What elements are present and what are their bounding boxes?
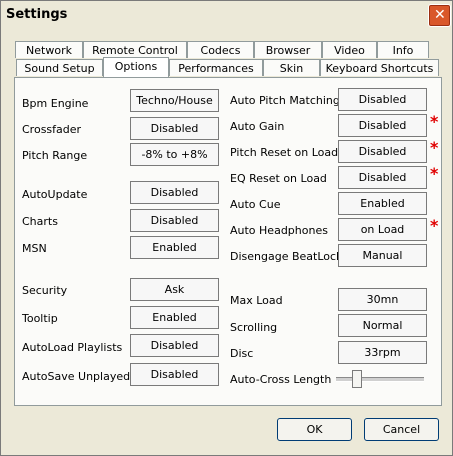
eq-reset-on-load-label: EQ Reset on Load (230, 172, 327, 185)
auto-gain-button[interactable]: Disabled (338, 114, 427, 137)
tab-skin[interactable]: Skin (263, 59, 320, 76)
tab-info[interactable]: Info (377, 41, 429, 58)
max-load-button[interactable]: 30mn (338, 288, 427, 311)
autoload-playlists-button[interactable]: Disabled (130, 334, 219, 357)
pitch-reset-on-load-label: Pitch Reset on Load (230, 146, 339, 159)
crossfader-button[interactable]: Disabled (130, 117, 219, 140)
tooltip-label: Tooltip (22, 312, 58, 325)
auto-pitch-matching-button[interactable]: Disabled (338, 88, 427, 111)
eq-reset-on-load-button[interactable]: Disabled (338, 166, 427, 189)
disc-label: Disc (230, 347, 254, 360)
charts-button[interactable]: Disabled (130, 209, 219, 232)
auto-headphones-label: Auto Headphones (230, 224, 328, 237)
auto-cross-length-label: Auto-Cross Length (230, 373, 332, 386)
auto-cross-length-slider-track[interactable] (336, 377, 424, 382)
tab-video[interactable]: Video (322, 41, 377, 58)
tab-performances[interactable]: Performances (169, 59, 263, 76)
scrolling-label: Scrolling (230, 321, 278, 334)
tab-remote-control[interactable]: Remote Control (83, 41, 187, 58)
window-title: Settings (6, 7, 68, 22)
msn-label: MSN (22, 242, 47, 255)
scrolling-button[interactable]: Normal (338, 314, 427, 337)
auto-headphones-button[interactable]: on Load (338, 218, 427, 241)
title-bar: Settings ✕ (1, 1, 452, 29)
close-button[interactable]: ✕ (428, 4, 451, 27)
pitch-range-label: Pitch Range (22, 149, 88, 162)
bpm-engine-label: Bpm Engine (22, 97, 89, 110)
required-mark: * (430, 164, 439, 183)
tab-sound-setup[interactable]: Sound Setup (16, 59, 103, 76)
auto-cue-button[interactable]: Enabled (338, 192, 427, 215)
settings-window: Settings ✕ Network Remote Control Codecs… (0, 0, 453, 456)
required-mark: * (430, 112, 439, 131)
required-mark: * (430, 138, 439, 157)
required-mark: * (430, 216, 439, 235)
auto-cue-label: Auto Cue (230, 198, 281, 211)
tab-network[interactable]: Network (15, 41, 83, 58)
tab-options[interactable]: Options (103, 57, 169, 77)
auto-pitch-matching-label: Auto Pitch Matching (230, 94, 340, 107)
autosave-unplayed-label: AutoSave Unplayed (22, 370, 131, 383)
tooltip-button[interactable]: Enabled (130, 306, 219, 329)
autoload-playlists-label: AutoLoad Playlists (22, 341, 123, 354)
autosave-unplayed-button[interactable]: Disabled (130, 363, 219, 386)
autoupdate-button[interactable]: Disabled (130, 181, 219, 204)
tab-keyboard-shortcuts[interactable]: Keyboard Shortcuts (320, 59, 439, 76)
pitch-reset-on-load-button[interactable]: Disabled (338, 140, 427, 163)
bpm-engine-button[interactable]: Techno/House (130, 89, 219, 112)
tab-codecs[interactable]: Codecs (187, 41, 254, 58)
disengage-beatlock-button[interactable]: Manual (338, 244, 427, 267)
max-load-label: Max Load (230, 294, 283, 307)
msn-button[interactable]: Enabled (130, 236, 219, 259)
crossfader-label: Crossfader (22, 123, 82, 136)
security-button[interactable]: Ask (130, 278, 219, 301)
pitch-range-button[interactable]: -8% to +8% (130, 143, 219, 166)
disc-button[interactable]: 33rpm (338, 341, 427, 364)
auto-gain-label: Auto Gain (230, 120, 285, 133)
tab-browser[interactable]: Browser (254, 41, 322, 58)
auto-cross-length-slider-thumb[interactable] (351, 370, 362, 388)
cancel-button[interactable]: Cancel (364, 418, 439, 441)
disengage-beatlock-label: Disengage BeatLock (230, 250, 343, 263)
charts-label: Charts (22, 215, 58, 228)
autoupdate-label: AutoUpdate (22, 188, 88, 201)
close-icon: ✕ (434, 7, 446, 23)
security-label: Security (22, 284, 68, 297)
ok-button[interactable]: OK (277, 418, 352, 441)
